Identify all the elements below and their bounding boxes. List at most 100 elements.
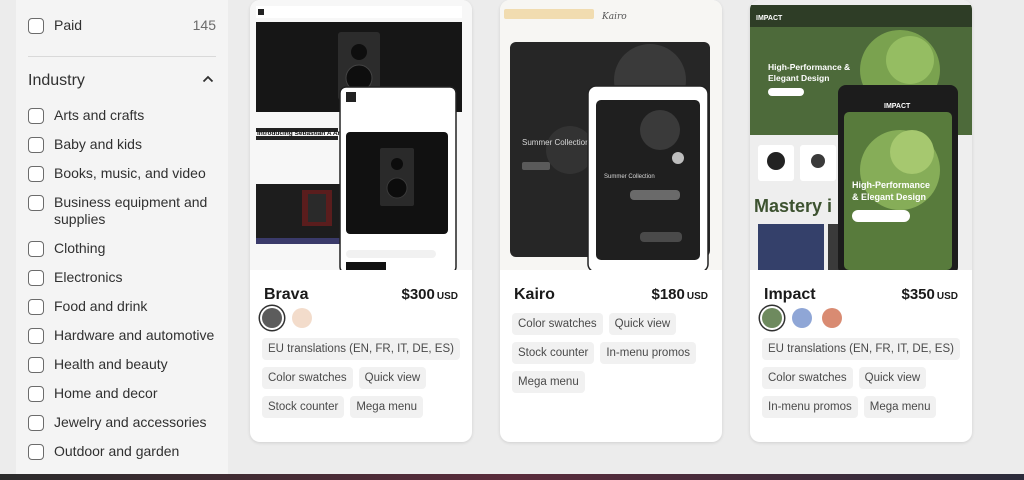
feature-tag: Stock counter (262, 396, 345, 418)
swatch-coral[interactable] (822, 308, 842, 328)
filter-industry-item[interactable]: Food and drink (28, 298, 216, 315)
price-currency: USD (936, 291, 958, 302)
preview-mastery: Mastery i (754, 196, 832, 216)
industry-heading[interactable]: Industry (28, 72, 85, 90)
filter-count: 145 (192, 17, 216, 33)
theme-price: $350 USD (902, 286, 959, 303)
checkbox[interactable] (28, 444, 44, 460)
feature-tag: Quick view (858, 367, 927, 389)
filter-label: Health and beauty (54, 356, 168, 372)
checkbox[interactable] (28, 270, 44, 286)
filter-sidebar: Paid 145 Industry Arts and crafts Baby a… (16, 0, 228, 474)
swatch-green[interactable] (762, 308, 782, 328)
svg-text:Elegant Design: Elegant Design (768, 73, 829, 83)
feature-tag: Quick view (608, 313, 677, 335)
filter-label: Home and decor (54, 385, 158, 401)
feature-tag: In-menu promos (762, 396, 858, 418)
filter-industry-item[interactable]: Business equipment and supplies (28, 194, 216, 228)
svg-text:IMPACT: IMPACT (756, 15, 783, 22)
filter-label: Paid (54, 17, 83, 33)
filter-label: Outdoor and garden (54, 443, 180, 459)
filter-industry-item[interactable]: Baby and kids (28, 136, 216, 153)
filter-industry-item[interactable]: Clothing (28, 240, 216, 257)
feature-tag: Color swatches (762, 367, 853, 389)
filter-label: Clothing (54, 240, 106, 256)
theme-card-brava[interactable]: Introducing Sebastian A Artistry Meets A… (250, 0, 472, 442)
feature-tag: EU translations (EN, FR, IT, DE, ES) (762, 338, 960, 360)
kairo-preview-illustration: Kairo Summer Collection Summer Collectio… (500, 0, 722, 270)
checkbox[interactable] (28, 241, 44, 257)
filter-industry-item[interactable]: Arts and crafts (28, 107, 216, 124)
filter-paid[interactable]: Paid 145 (28, 17, 216, 34)
filter-label: Food and drink (54, 298, 148, 314)
feature-tag: Mega menu (350, 396, 424, 418)
svg-text:High-Performance &: High-Performance & (768, 62, 850, 72)
filter-industry-item[interactable]: Electronics (28, 269, 216, 286)
filter-label: Baby and kids (54, 136, 142, 152)
svg-text:Summer Collection: Summer Collection (604, 174, 655, 180)
swatch-blue[interactable] (792, 308, 812, 328)
filter-industry-item[interactable]: Outdoor and garden (28, 443, 216, 460)
feature-tag: EU translations (EN, FR, IT, DE, ES) (262, 338, 460, 360)
theme-card-impact[interactable]: IMPACT High-Performance & Elegant Design… (750, 0, 972, 442)
feature-tag: Mega menu (863, 396, 937, 418)
theme-name[interactable]: Kairo (514, 286, 555, 304)
checkbox[interactable] (28, 357, 44, 373)
feature-tags: Color swatches Quick view Stock counter … (512, 313, 712, 393)
theme-price: $300 USD (402, 286, 459, 303)
checkbox[interactable] (28, 328, 44, 344)
theme-name[interactable]: Brava (264, 286, 308, 304)
filter-industry-item[interactable]: Health and beauty (28, 356, 216, 373)
theme-card-kairo[interactable]: Kairo Summer Collection Summer Collectio… (500, 0, 722, 442)
color-swatches (262, 308, 312, 328)
chevron-up-icon[interactable] (202, 74, 214, 84)
feature-tags: EU translations (EN, FR, IT, DE, ES) Col… (762, 338, 962, 418)
checkbox[interactable] (28, 137, 44, 153)
feature-tag: Quick view (358, 367, 427, 389)
price-amount: $300 (401, 286, 435, 303)
feature-tag: Stock counter (512, 342, 595, 364)
feature-tag: Color swatches (262, 367, 353, 389)
theme-price: $180 USD (652, 286, 709, 303)
svg-text:& Elegant Design: & Elegant Design (852, 192, 926, 202)
filter-industry-item[interactable]: Hardware and automotive (28, 327, 216, 344)
checkbox[interactable] (28, 415, 44, 431)
checkbox[interactable] (28, 166, 44, 182)
price-amount: $350 (901, 286, 935, 303)
checkbox[interactable] (28, 108, 44, 124)
filter-label: Jewelry and accessories (54, 414, 207, 430)
theme-preview-image[interactable]: Kairo Summer Collection Summer Collectio… (500, 0, 722, 270)
feature-tag: In-menu promos (600, 342, 697, 364)
checkbox[interactable] (28, 195, 44, 211)
swatch-dark-gray[interactable] (262, 308, 282, 328)
filter-industry-item[interactable]: Books, music, and video (28, 165, 216, 182)
filter-industry-item[interactable]: Home and decor (28, 385, 216, 402)
preview-headline: Summer Collection (522, 138, 590, 147)
price-amount: $180 (651, 286, 685, 303)
checkbox[interactable] (28, 18, 44, 34)
color-swatches (762, 308, 842, 328)
filter-label: Hardware and automotive (54, 327, 215, 343)
filter-label: Electronics (54, 269, 123, 285)
preview-brand: IMPACT (884, 103, 911, 110)
theme-preview-image[interactable]: IMPACT High-Performance & Elegant Design… (750, 0, 972, 270)
price-currency: USD (436, 291, 458, 302)
price-currency: USD (686, 291, 708, 302)
filter-label: Arts and crafts (54, 107, 145, 123)
taskbar-strip (0, 474, 1024, 480)
svg-text:High-Performance: High-Performance (852, 180, 930, 190)
filter-label: Books, music, and video (54, 165, 206, 181)
impact-preview-illustration: IMPACT High-Performance & Elegant Design… (750, 0, 972, 270)
feature-tag: Color swatches (512, 313, 603, 335)
filter-industry-item[interactable]: Jewelry and accessories (28, 414, 216, 431)
divider (28, 56, 216, 57)
feature-tag: Mega menu (512, 371, 585, 393)
feature-tags: EU translations (EN, FR, IT, DE, ES) Col… (262, 338, 462, 418)
swatch-peach[interactable] (292, 308, 312, 328)
checkbox[interactable] (28, 299, 44, 315)
brava-preview-illustration: Introducing Sebastian A Artistry Meets A… (250, 0, 472, 270)
filter-label: Business equipment and supplies (54, 194, 208, 227)
theme-preview-image[interactable]: Introducing Sebastian A Artistry Meets A… (250, 0, 472, 270)
checkbox[interactable] (28, 386, 44, 402)
theme-name[interactable]: Impact (764, 286, 816, 304)
